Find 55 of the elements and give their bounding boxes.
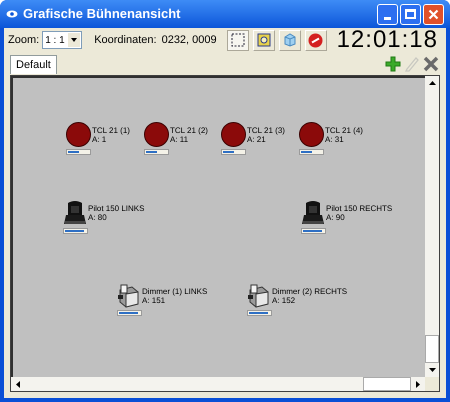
close-icon [423, 56, 439, 72]
dimmer-icon [247, 284, 271, 308]
fixture-address: A: 21 [247, 134, 267, 144]
fixture-name: Pilot 150 RECHTS [326, 204, 392, 213]
stage-canvas[interactable]: TCL 21 (1) A: 1 TCL 21 (2) A: 11 TCL 21 (3) A: 21 TCL 21 (4) A: 31 Pilot 150 LINKS A: 80 Pilot 150 RECHTS A: 90 Dimmer (1) LINKS A: 151 Dimmer (2) RECHTS A: 152 [11, 76, 425, 377]
fixture-address: A: 152 [272, 296, 296, 305]
scroll-right-icon [416, 380, 420, 388]
lamp-icon [299, 122, 324, 147]
fixture-name: TCL 21 (2) [170, 126, 208, 134]
scroll-thumb[interactable] [425, 335, 439, 363]
window-title: Grafische Bühnenansicht [23, 5, 180, 24]
zoom-label: Zoom: [8, 32, 40, 48]
plus-icon [385, 56, 401, 72]
eye-icon [6, 10, 18, 18]
lamp-icon [66, 122, 91, 147]
close-button[interactable] [423, 4, 444, 24]
moving-head-icon [301, 200, 325, 226]
lamp-icon [144, 122, 169, 147]
fixture-address: A: 90 [326, 213, 346, 222]
selection-icon [230, 33, 245, 47]
fixture-name: Dimmer (1) LINKS [142, 287, 208, 296]
coordinates-value: 0232, 0009 [162, 32, 217, 48]
add-button[interactable] [384, 55, 402, 73]
tab[interactable]: Default [10, 55, 57, 74]
fixture-name: Pilot 150 LINKS [88, 204, 144, 213]
delete-button[interactable] [422, 55, 440, 73]
scroll-thumb[interactable] [363, 377, 411, 391]
clock: 12:01:18 [336, 28, 439, 52]
fixture-address: A: 31 [325, 134, 345, 144]
fixture-address: A: 80 [88, 213, 108, 222]
tool-button[interactable] [226, 30, 249, 50]
moving-head-icon [63, 200, 87, 226]
dimmer-icon [117, 284, 141, 308]
fixture-address: A: 11 [170, 134, 190, 144]
minimize-button[interactable] [377, 4, 398, 24]
coordinates-label: Koordinaten: [94, 32, 157, 48]
zoom-dropdown[interactable]: 1 : 1 [42, 31, 82, 49]
horizontal-scrollbar[interactable] [11, 377, 425, 391]
fixture-name: Dimmer (2) RECHTS [272, 287, 348, 296]
scroll-down-icon [428, 368, 436, 372]
fixture-name: TCL 21 (3) [247, 126, 285, 134]
scroll-left-icon [16, 380, 20, 388]
fixture-address: A: 1 [92, 134, 108, 144]
vertical-scrollbar[interactable] [425, 76, 439, 377]
pencil-icon [404, 56, 420, 72]
maximize-button[interactable] [400, 4, 421, 24]
lamp-icon [221, 122, 246, 147]
fixture-name: TCL 21 (1) [92, 126, 130, 134]
fixture-address: A: 151 [142, 296, 166, 305]
cube-icon [282, 33, 297, 47]
scroll-up-icon [428, 81, 436, 85]
stop-icon [308, 32, 324, 48]
fixture-name: TCL 21 (4) [325, 126, 363, 134]
close-icon [428, 8, 439, 20]
frame-icon [256, 33, 271, 47]
